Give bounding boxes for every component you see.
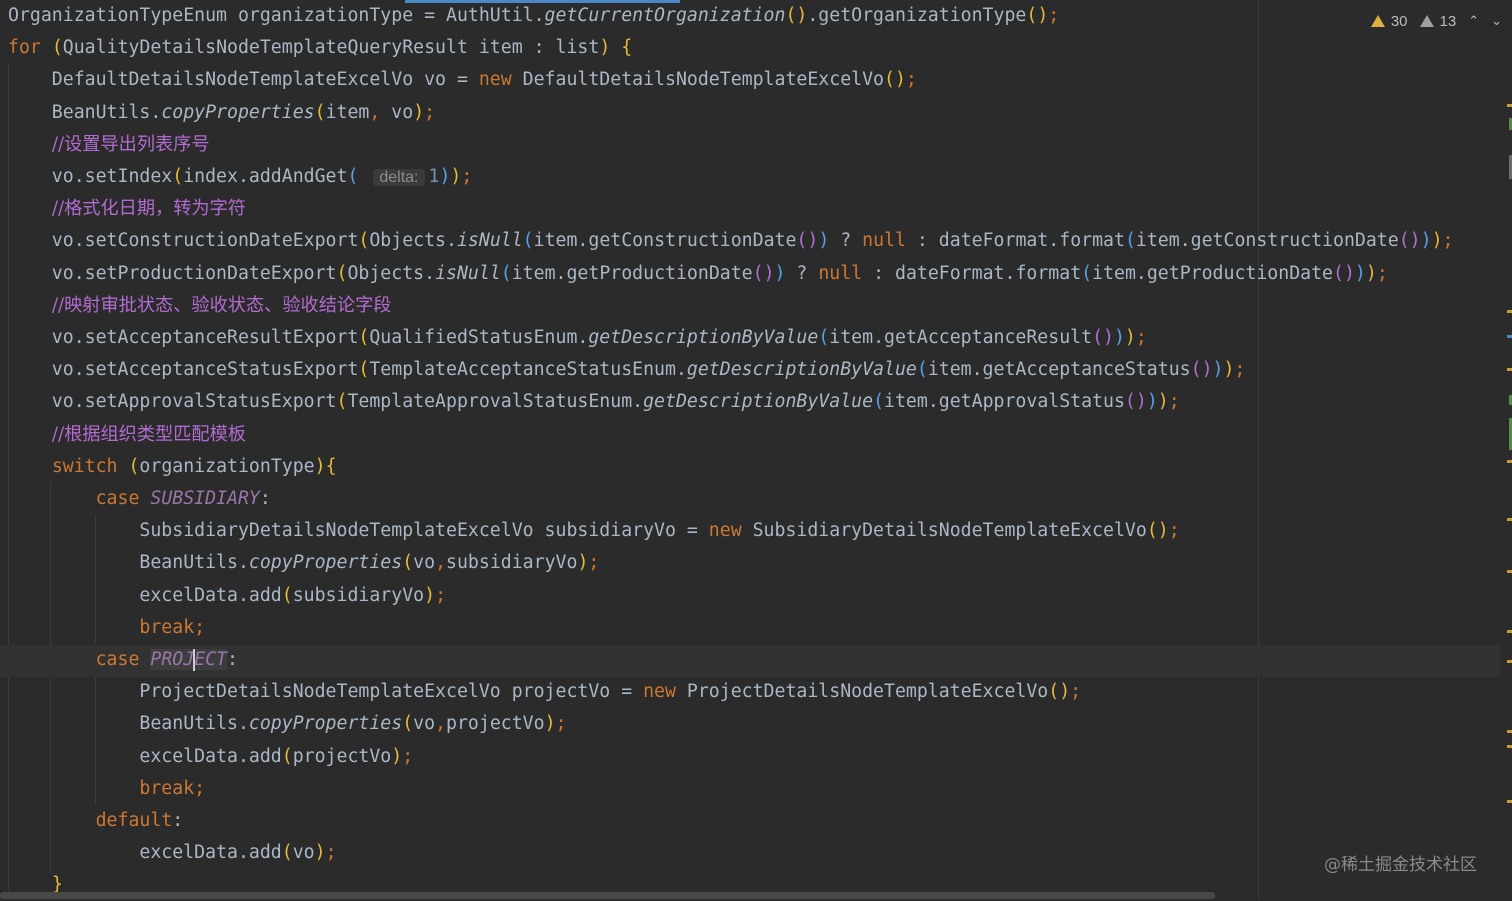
code-line[interactable]: BeanUtils.copyProperties(vo,subsidiaryVo… bbox=[8, 547, 599, 579]
code-line[interactable]: //根据组织类型匹配模板 bbox=[8, 419, 246, 451]
code-line[interactable]: vo.setAcceptanceStatusExport(TemplateAcc… bbox=[8, 354, 1246, 386]
stripe-mark bbox=[1507, 800, 1512, 803]
code-line[interactable]: for (QualityDetailsNodeTemplateQueryResu… bbox=[8, 32, 632, 64]
weak-warning-icon bbox=[1419, 15, 1434, 27]
inspection-widget[interactable]: 30 13 ⌃ ⌄ bbox=[1370, 10, 1502, 32]
stripe-mark bbox=[1507, 570, 1512, 573]
code-line[interactable]: vo.setProductionDateExport(Objects.isNul… bbox=[8, 258, 1388, 290]
code-line[interactable]: BeanUtils.copyProperties(item, vo); bbox=[8, 97, 435, 129]
comment: //设置导出列表序号 bbox=[51, 133, 210, 155]
code-line[interactable]: ProjectDetailsNodeTemplateExcelVo projec… bbox=[8, 676, 1081, 708]
chevron-down-icon[interactable]: ⌄ bbox=[1491, 13, 1502, 29]
code-line[interactable]: case PROJECT: bbox=[8, 644, 238, 676]
code-line[interactable]: excelData.add(projectVo); bbox=[8, 741, 413, 773]
code-line[interactable]: //格式化日期，转为字符 bbox=[8, 193, 246, 225]
code-line[interactable]: excelData.add(vo); bbox=[8, 837, 336, 869]
code-line[interactable]: default: bbox=[8, 805, 184, 837]
stripe-mark bbox=[1507, 745, 1512, 748]
stripe-mark bbox=[1507, 660, 1512, 663]
comment: //根据组织类型匹配模板 bbox=[51, 423, 246, 445]
weak-warning-count: 13 bbox=[1439, 12, 1457, 30]
code-line[interactable]: vo.setApprovalStatusExport(TemplateAppro… bbox=[8, 386, 1180, 418]
code-line[interactable]: vo.setConstructionDateExport(Objects.isN… bbox=[8, 225, 1454, 257]
code-line[interactable]: vo.setAcceptanceResultExport(QualifiedSt… bbox=[8, 322, 1147, 354]
stripe-mark bbox=[1507, 460, 1512, 463]
code-line[interactable]: DefaultDetailsNodeTemplateExcelVo vo = n… bbox=[8, 64, 917, 96]
comment: //映射审批状态、验收状态、验收结论字段 bbox=[51, 294, 392, 316]
code-line[interactable]: excelData.add(subsidiaryVo); bbox=[8, 580, 446, 612]
stripe-mark bbox=[1507, 335, 1512, 338]
horizontal-scrollbar[interactable] bbox=[0, 892, 1215, 899]
text-caret bbox=[193, 649, 196, 671]
stripe-mark bbox=[1507, 310, 1512, 313]
warning-icon bbox=[1370, 15, 1385, 27]
code-line[interactable]: //映射审批状态、验收状态、验收结论字段 bbox=[8, 290, 392, 322]
code-line[interactable]: switch (organizationType){ bbox=[8, 451, 337, 483]
code-line[interactable]: break; bbox=[8, 773, 205, 805]
stripe-mark bbox=[1507, 730, 1512, 733]
code-editor[interactable]: OrganizationTypeEnum organizationType = … bbox=[0, 0, 1512, 899]
parameter-hint: delta: bbox=[373, 169, 425, 186]
code-line[interactable]: BeanUtils.copyProperties(vo,projectVo); bbox=[8, 708, 566, 740]
code-line[interactable]: vo.setIndex(index.addAndGet( delta: 1)); bbox=[8, 161, 473, 193]
stripe-mark bbox=[1507, 104, 1512, 107]
code-line[interactable]: OrganizationTypeEnum organizationType = … bbox=[8, 0, 1059, 32]
right-margin-guide bbox=[1258, 0, 1259, 899]
stripe-mark bbox=[1507, 518, 1512, 521]
chevron-up-icon[interactable]: ⌃ bbox=[1468, 13, 1479, 29]
stripe-mark bbox=[1507, 630, 1512, 633]
stripe-mark bbox=[1507, 368, 1512, 371]
code-line[interactable]: SubsidiaryDetailsNodeTemplateExcelVo sub… bbox=[8, 515, 1179, 547]
warning-count: 30 bbox=[1390, 12, 1408, 30]
comment: //格式化日期，转为字符 bbox=[51, 198, 246, 220]
code-line[interactable]: break; bbox=[8, 612, 205, 644]
watermark: @稀土掘金技术社区 bbox=[1324, 855, 1477, 875]
code-line[interactable]: case SUBSIDIARY: bbox=[8, 483, 271, 515]
code-line[interactable]: //设置导出列表序号 bbox=[8, 129, 210, 161]
